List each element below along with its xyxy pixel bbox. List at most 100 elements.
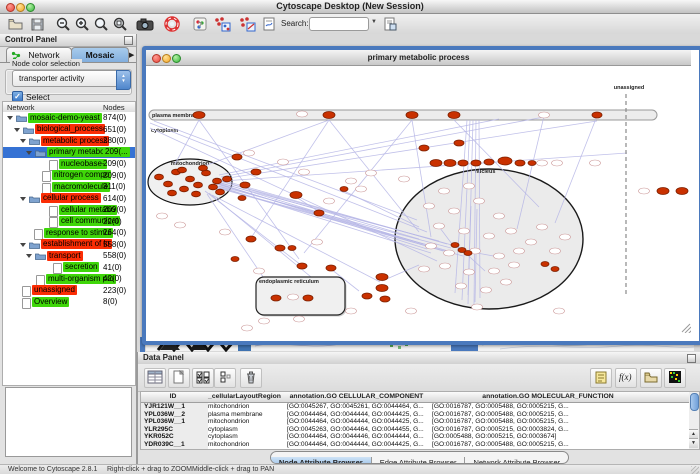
delete-attribute-icon[interactable] — [240, 368, 262, 388]
tab-edge-attribute-browser[interactable]: Edge Attribute Browser — [372, 457, 466, 464]
window-titlebar[interactable]: Cytoscape Desktop (New Session) — [0, 0, 700, 14]
table-cell[interactable]: [GO:0045263, GO:0044464, GO:0044455, G..… — [284, 426, 432, 434]
zoom-selected-icon[interactable] — [112, 16, 129, 32]
tree-row-cellular-process[interactable]: cellular process614(0) — [3, 193, 135, 205]
network-view-titlebar[interactable]: primary metabolic process — [146, 50, 691, 66]
tree-row-multi-organism-pro[interactable]: multi-organism pro42(0) — [3, 273, 135, 285]
vizmapper-icon[interactable] — [192, 16, 209, 32]
expand-arrow-icon[interactable] — [26, 254, 32, 258]
expand-arrow-icon[interactable] — [7, 116, 13, 120]
network-canvas[interactable]: plasma membranecytoplasmnucleusmitochond… — [146, 66, 691, 333]
tree-row-secretion[interactable]: secretion41(0) — [3, 262, 135, 274]
minimize-view-icon[interactable] — [162, 54, 171, 63]
table-mode-icon[interactable] — [144, 368, 166, 388]
zoom-view-icon[interactable] — [172, 54, 181, 63]
table-cell[interactable]: [GO:0016787, GO:0005215, GO:0003824, G..… — [429, 426, 670, 434]
table-cell[interactable]: [GO:0005488, GO:0005215, GO:0003674] — [429, 433, 670, 441]
tree-row-response-to-stimul[interactable]: response to stimul264(0) — [3, 227, 135, 239]
unselect-attributes-icon[interactable] — [214, 368, 236, 388]
table-cell[interactable]: YPL036W__1 — [141, 418, 208, 426]
matrix-icon[interactable] — [664, 368, 686, 388]
table-cell[interactable]: [GO:0016787, GO:0005488, GO:0005215, G..… — [429, 418, 670, 426]
table-cell[interactable]: YDR039C__1 — [141, 441, 208, 449]
table-cell[interactable]: plasma membrane — [205, 411, 287, 419]
tree-row-transport[interactable]: transport558(0) — [3, 250, 135, 262]
network-view-frame[interactable]: primary metabolic process plasma membran… — [142, 46, 700, 345]
expand-arrow-icon[interactable] — [20, 197, 26, 201]
table-cell[interactable]: [GO:0044464, GO:0044446, GO:0044444, G..… — [284, 433, 432, 441]
tree-row-nucleobase-[interactable]: nucleobase-209(0) — [3, 158, 135, 170]
node-color-dropdown[interactable]: transporter activity ▲▼ — [12, 70, 131, 87]
table-cell[interactable]: [GO:0045267, GO:0045261, GO:0044464, G..… — [284, 403, 432, 411]
close-view-icon[interactable] — [152, 54, 161, 63]
table-column-header[interactable]: annotation.GO CELLULAR_COMPONENT — [284, 392, 430, 403]
expand-arrow-icon[interactable] — [14, 128, 20, 132]
table-cell[interactable]: cytoplasm — [205, 433, 287, 441]
table-column-header[interactable]: annotation.GO MOLECULAR_FUNCTION — [429, 392, 668, 403]
tree-row-overview[interactable]: Overview8(0) — [3, 296, 135, 308]
zoom-fit-icon[interactable] — [93, 16, 110, 32]
function-builder-icon[interactable]: f(x) — [615, 368, 637, 388]
zoom-out-icon[interactable] — [55, 16, 72, 32]
more-tabs-icon[interactable]: ▶ — [129, 51, 134, 59]
tree-row-unassigned[interactable]: unassigned223(0) — [3, 285, 135, 297]
select-attributes-icon[interactable] — [192, 368, 214, 388]
tree-row-establishment-of-lo[interactable]: establishment of lo558(0) — [3, 239, 135, 251]
snapshot-icon[interactable] — [136, 16, 153, 32]
save-session-icon[interactable] — [29, 16, 46, 32]
table-cell[interactable]: YPL036W__2 — [141, 411, 208, 419]
scroll-down-icon[interactable]: ▼ — [689, 438, 698, 448]
scrollbar-thumb[interactable] — [690, 393, 699, 411]
table-column-header[interactable]: _cellularLayoutRegion — [205, 392, 285, 403]
help-icon[interactable] — [164, 16, 181, 32]
expand-arrow-icon[interactable] — [26, 151, 32, 155]
close-window-icon[interactable] — [6, 3, 15, 12]
select-edges-icon[interactable] — [238, 16, 255, 32]
table-cell[interactable]: [GO:0016787, GO:0005488, GO:0005215, G..… — [429, 441, 670, 449]
minimize-window-icon[interactable] — [16, 3, 25, 12]
table-cell[interactable]: [GO:0044464, GO:0044444, GO:0044425, G..… — [284, 418, 432, 426]
notepad-icon[interactable] — [590, 368, 612, 388]
tab-node-attribute-browser[interactable]: Node Attribute Browser — [271, 457, 372, 464]
table-cell[interactable]: mitochondrion — [205, 441, 287, 449]
import-attributes-icon[interactable] — [640, 368, 662, 388]
table-cell[interactable]: YLR295C — [141, 426, 208, 434]
float-panel-icon[interactable] — [124, 36, 133, 45]
expand-arrow-icon[interactable] — [20, 139, 26, 143]
select-first-neighbors-icon[interactable] — [213, 16, 230, 32]
table-cell[interactable]: [GO:0044464, GO:0044444, GO:0044425, G..… — [284, 411, 432, 419]
table-column-header[interactable]: ID — [141, 392, 206, 403]
expand-arrow-icon[interactable] — [20, 243, 26, 247]
search-input[interactable] — [309, 17, 369, 31]
annotation-icon[interactable] — [261, 16, 278, 32]
tab-network-attribute-browser[interactable]: Network Attribute Browser — [465, 457, 568, 464]
search-config-icon[interactable] — [382, 16, 399, 32]
birds-eye-view[interactable] — [5, 387, 132, 457]
table-cell[interactable]: mitochondrion — [205, 403, 287, 411]
search-dropdown-icon[interactable]: ▼ — [371, 19, 377, 25]
tree-row-biological-process[interactable]: biological_process651(0) — [3, 124, 135, 136]
table-cell[interactable]: [GO:0016787, GO:0005488, GO:0005215, G..… — [429, 403, 670, 411]
table-cell[interactable]: mitochondrion — [205, 418, 287, 426]
tree-row-cell-communicat[interactable]: cell communicat22(0) — [3, 216, 135, 228]
zoom-window-icon[interactable] — [26, 3, 35, 12]
table-scrollbar[interactable]: ▲ ▼ — [689, 391, 700, 450]
new-attribute-icon[interactable] — [168, 368, 190, 388]
zoom-in-icon[interactable] — [74, 16, 91, 32]
table-cell[interactable]: YKR052C — [141, 433, 208, 441]
tree-row-nitrogen-compo[interactable]: nitrogen compo209(0) — [3, 170, 135, 182]
tree-row-metabolic-process[interactable]: metabolic process280(0) — [3, 135, 135, 147]
open-session-icon[interactable] — [7, 16, 24, 32]
dropdown-stepper-icon[interactable]: ▲▼ — [116, 70, 131, 90]
resize-grip-icon[interactable] — [691, 466, 699, 474]
table-cell[interactable]: [GO:0016787, GO:0005488, GO:0005215, G..… — [429, 411, 670, 419]
table-cell[interactable]: [GO:0044464, GO:0044444, GO:0044425, G..… — [284, 441, 432, 449]
tree-row-primary-metabo[interactable]: primary metabo209(... — [3, 147, 135, 159]
float-data-panel-icon[interactable] — [687, 354, 696, 363]
tree-row-cellular-metabo[interactable]: cellular metabo209(0) — [3, 204, 135, 216]
table-cell[interactable]: cytoplasm — [205, 426, 287, 434]
tree-row-macromolecule[interactable]: macromolecule311(0) — [3, 181, 135, 193]
attribute-table[interactable]: ID_cellularLayoutRegionannotation.GO CEL… — [140, 391, 691, 450]
tree-row-mosaic-demo-yeast[interactable]: mosaic-demo-yeast874(0) — [3, 112, 135, 124]
table-cell[interactable]: YJR121W__1 — [141, 403, 208, 411]
